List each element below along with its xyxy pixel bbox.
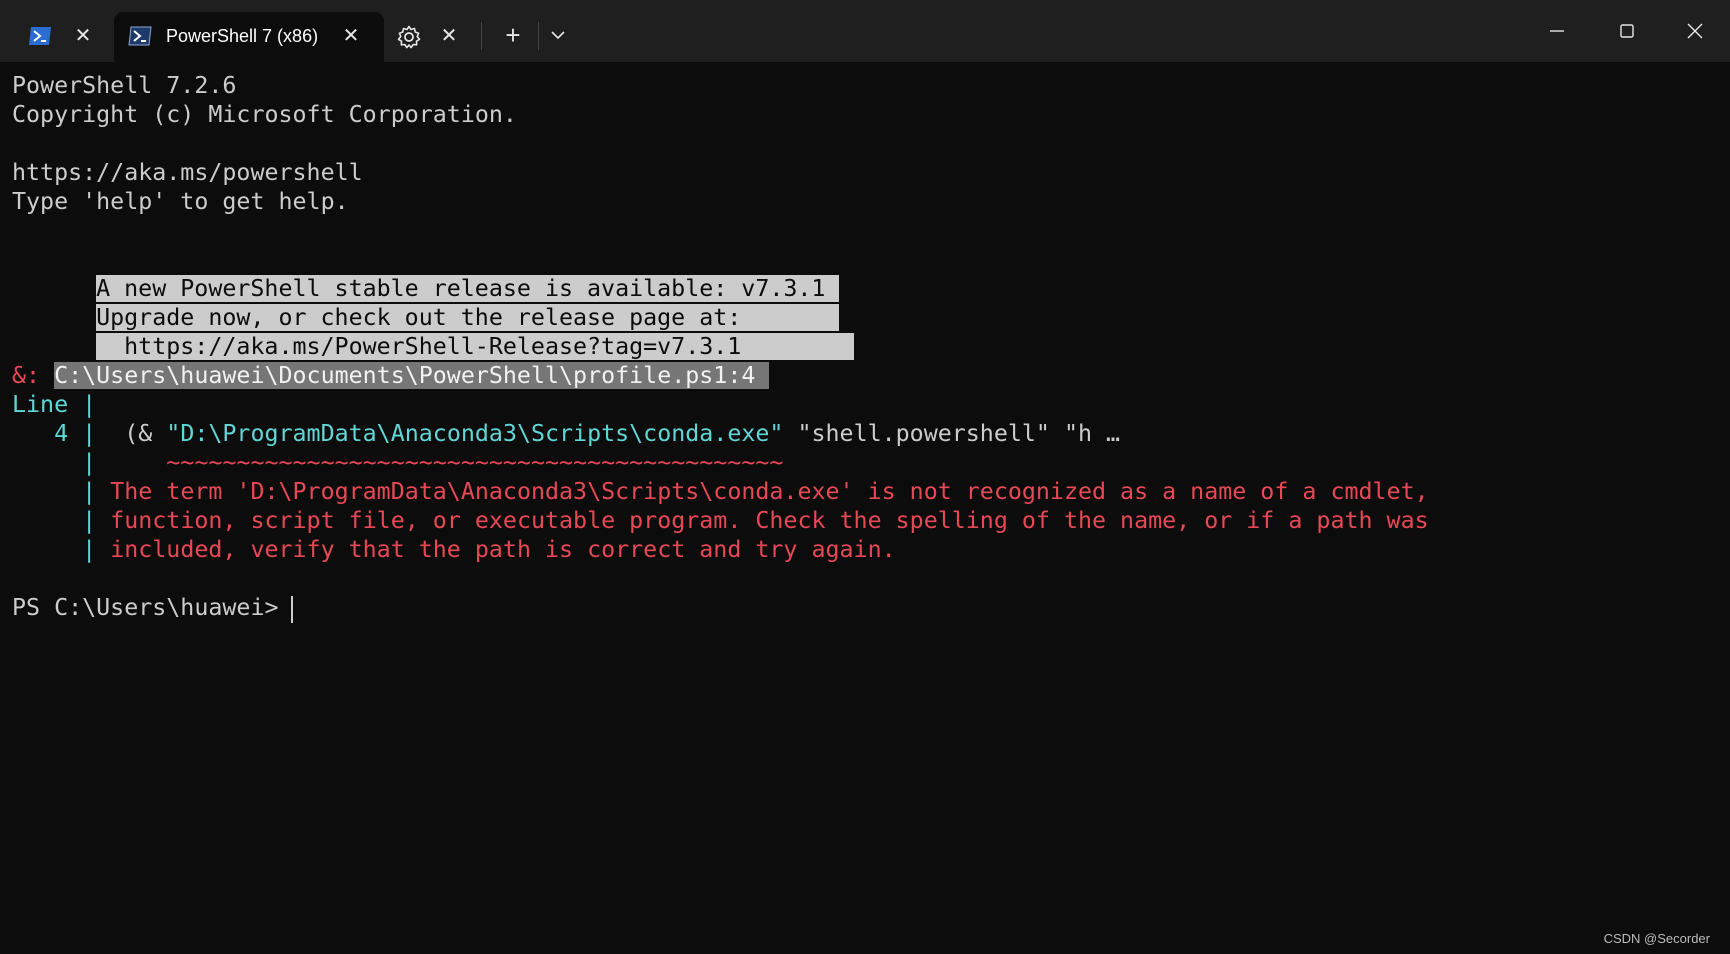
error-prefix: &: [12, 362, 55, 389]
gutter-bar: | [12, 478, 111, 505]
tab-divider [538, 22, 539, 50]
update-notice-line: https://aka.ms/PowerShell-Release?tag=v7… [96, 333, 854, 360]
tab-close-icon[interactable]: ✕ [438, 25, 460, 47]
error-message-line: | function, script file, or executable p… [12, 506, 1429, 535]
error-text: function, script file, or executable pro… [110, 507, 1429, 534]
error-message-line: | The term 'D:\ProgramData\Anaconda3\Scr… [12, 477, 1429, 506]
code-suffix: "shell.powershell" "h … [783, 420, 1121, 447]
gutter-bar: | [12, 536, 111, 563]
watermark: CSDN @Secorder [1603, 931, 1710, 946]
error-message-line: | included, verify that the path is corr… [12, 535, 896, 564]
update-notice: A new PowerShell stable release is avail… [40, 245, 840, 302]
maximize-icon[interactable] [1604, 8, 1650, 54]
powershell-icon [29, 27, 51, 45]
error-header: &: C:\Users\huawei\Documents\PowerShell\… [12, 361, 770, 390]
copyright-line: Copyright (c) Microsoft Corporation. [12, 101, 517, 128]
gear-icon [397, 25, 421, 49]
squiggle: ~~~~~~~~~~~~~~~~~~~~~~~~~~~~~~~~~~~~~~~~… [96, 449, 784, 476]
text-cursor [291, 596, 293, 623]
powershell-icon [128, 26, 152, 46]
close-icon[interactable] [1672, 8, 1718, 54]
help-line: Type 'help' to get help. [12, 188, 349, 215]
gutter-bar: | [12, 507, 111, 534]
tab-powershell-x86[interactable]: PowerShell 7 (x86) ✕ [114, 12, 384, 62]
code-prefix: (& [96, 420, 167, 447]
chevron-down-icon[interactable] [546, 20, 570, 50]
minimize-icon[interactable] [1534, 8, 1580, 54]
tab-close-icon[interactable]: ✕ [340, 25, 362, 47]
code-string: "D:\ProgramData\Anaconda3\Scripts\conda.… [166, 420, 784, 447]
error-text: The term 'D:\ProgramData\Anaconda3\Scrip… [110, 478, 1429, 505]
prompt-line[interactable]: PS C:\Users\huawei> [12, 593, 293, 622]
code-line: 4 | (& "D:\ProgramData\Anaconda3\Scripts… [12, 419, 1120, 448]
terminal-output[interactable]: PowerShell 7.2.6 Copyright (c) Microsoft… [12, 71, 1718, 931]
version-line: PowerShell 7.2.6 [12, 72, 237, 99]
line-number: 4 | [12, 420, 97, 447]
error-path: C:\Users\huawei\Documents\PowerShell\pro… [54, 362, 770, 389]
line-label: Line | [12, 391, 97, 418]
update-notice: https://aka.ms/PowerShell-Release?tag=v7… [40, 303, 854, 360]
tab-close-icon[interactable]: ✕ [72, 25, 94, 47]
update-notice: Upgrade now, or check out the release pa… [40, 274, 840, 331]
title-bar: ✕ PowerShell 7 (x86) ✕ ✕ + [0, 0, 1730, 62]
tab-title: PowerShell 7 (x86) [166, 26, 319, 46]
new-tab-button[interactable]: + [496, 20, 530, 50]
tab-settings[interactable]: ✕ [388, 12, 468, 62]
tab-divider [481, 22, 482, 50]
error-text: included, verify that the path is correc… [110, 536, 896, 563]
squiggle-line: | ~~~~~~~~~~~~~~~~~~~~~~~~~~~~~~~~~~~~~~… [12, 448, 783, 477]
gutter-bar: | [12, 449, 97, 476]
tab-powershell-1[interactable]: ✕ [14, 12, 112, 62]
url-line: https://aka.ms/powershell [12, 159, 363, 186]
